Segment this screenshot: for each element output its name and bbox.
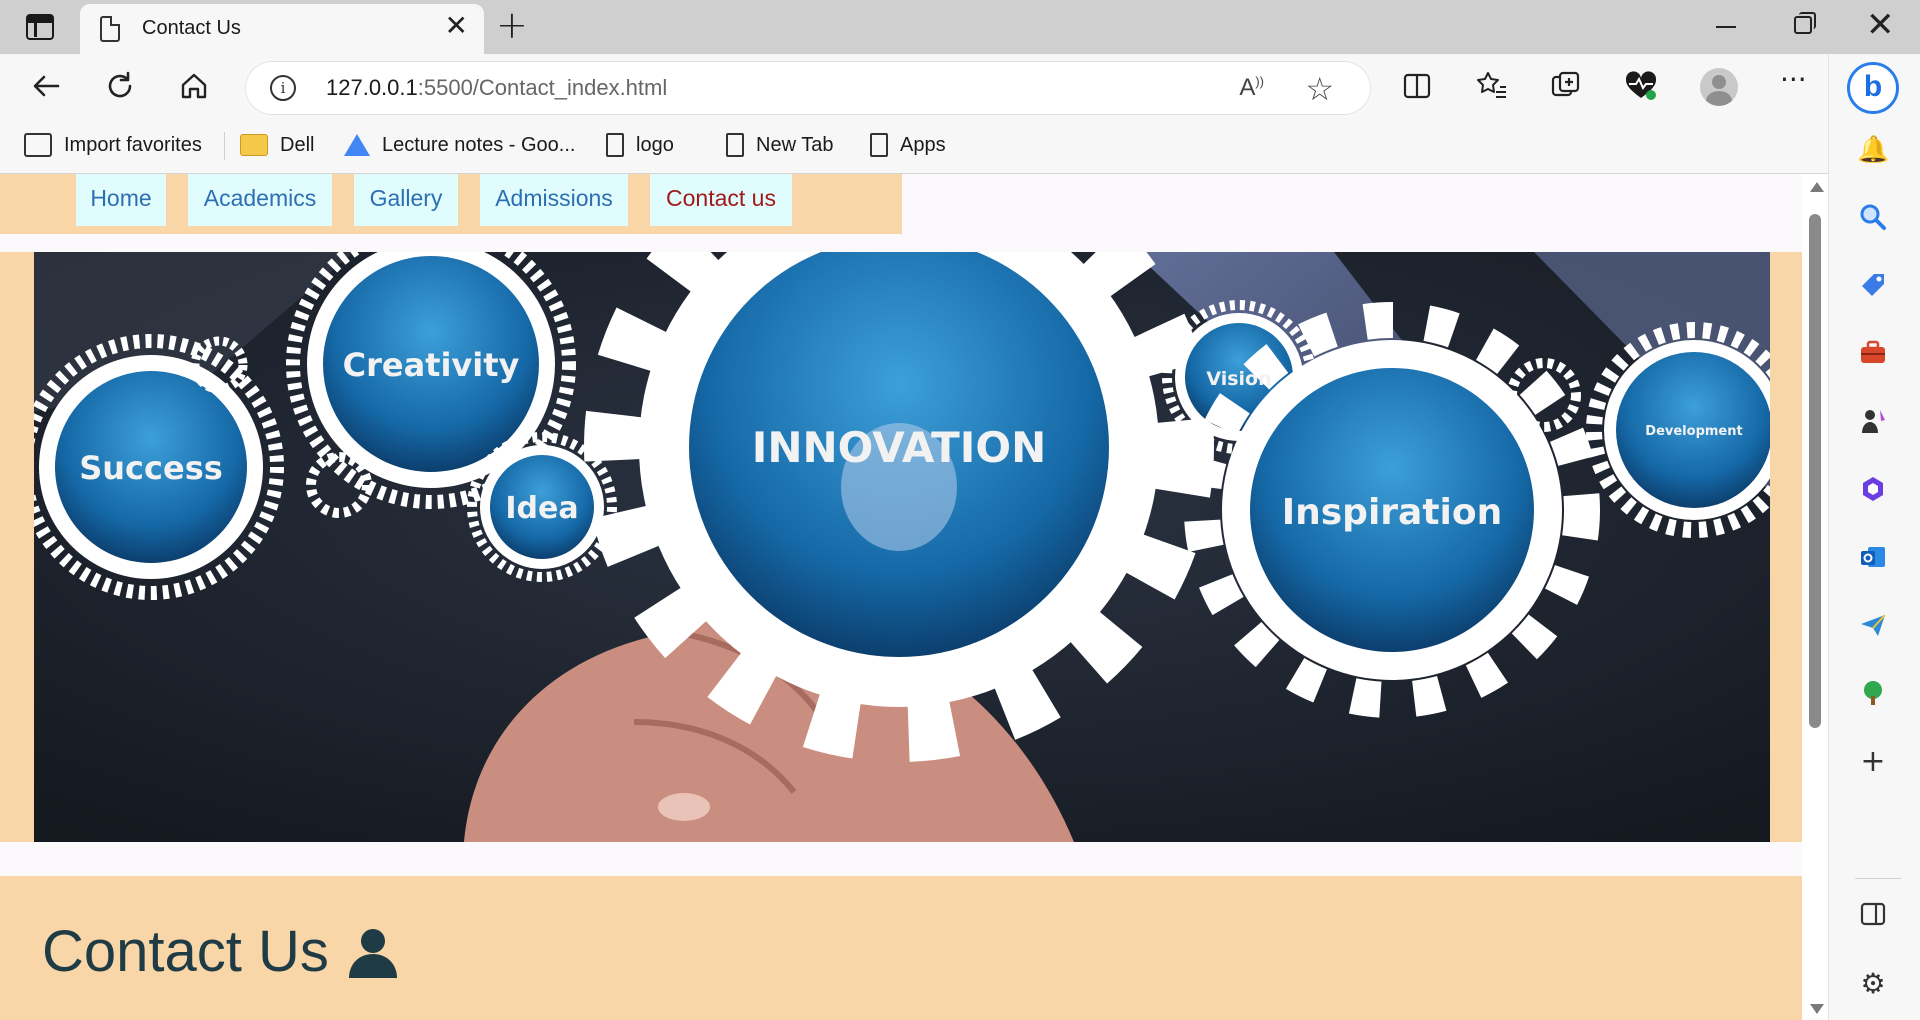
hide-sidebar-icon[interactable]: [1857, 900, 1889, 932]
contact-heading: Contact Us: [42, 918, 401, 985]
scroll-thumb[interactable]: [1809, 214, 1821, 728]
google-drive-icon: [344, 134, 370, 156]
bookmark-label: Import favorites: [64, 133, 202, 156]
send-icon[interactable]: [1857, 610, 1889, 642]
banner-image: Creativity Success Idea INNOVATION Visio…: [34, 252, 1770, 842]
bookmark-label: Apps: [900, 133, 946, 156]
nav-contact[interactable]: Contact us: [650, 174, 792, 226]
refresh-icon[interactable]: [104, 70, 136, 102]
sidebar-divider: [1855, 878, 1901, 879]
bookmark-label: Dell: [280, 133, 315, 156]
page-icon: [870, 133, 888, 157]
gear-label: Idea: [505, 491, 578, 526]
gear-label: INNOVATION: [752, 423, 1047, 472]
bookmarks-bar: Import favorites Dell Lecture notes - Go…: [0, 118, 1828, 174]
bookmark-label: logo: [636, 133, 674, 156]
more-options-icon[interactable]: ···: [1780, 66, 1807, 94]
settings-gear-icon[interactable]: ⚙: [1857, 968, 1889, 1000]
gear-label: Inspiration: [1282, 492, 1503, 533]
page-icon: [726, 133, 744, 157]
nav-gallery[interactable]: Gallery: [354, 174, 458, 226]
search-icon[interactable]: [1857, 202, 1889, 234]
bookmark-dell[interactable]: Dell: [240, 130, 314, 160]
page-icon: [100, 16, 120, 42]
import-icon: [24, 133, 52, 157]
browser-essentials-icon[interactable]: [1624, 70, 1658, 102]
tab-title: Contact Us: [142, 17, 241, 39]
read-aloud-icon[interactable]: A)): [1239, 74, 1264, 102]
scroll-down-arrow-icon[interactable]: [1810, 1004, 1824, 1014]
collections-icon[interactable]: [1550, 70, 1582, 102]
favorite-star-icon[interactable]: ☆: [1305, 70, 1334, 108]
site-nav: Home Academics Gallery Admissions Contac…: [0, 174, 902, 234]
edge-sidebar: b 🔔 + ⚙: [1828, 54, 1920, 1020]
bookmark-apps[interactable]: Apps: [870, 130, 946, 160]
bing-chat-icon[interactable]: b: [1847, 62, 1899, 114]
notification-bell-icon[interactable]: 🔔: [1857, 134, 1889, 166]
minimize-button[interactable]: [1716, 26, 1736, 28]
tree-icon[interactable]: [1857, 678, 1889, 710]
bookmark-import-favorites[interactable]: Import favorites: [24, 130, 202, 160]
nav-academics[interactable]: Academics: [188, 174, 332, 226]
gear-label: Creativity: [343, 346, 520, 384]
gear-label: Development: [1645, 424, 1742, 439]
bookmark-logo[interactable]: logo: [606, 130, 674, 160]
shopping-tag-icon[interactable]: [1857, 270, 1889, 302]
bookmark-label: Lecture notes - Goo...: [382, 133, 576, 156]
contact-heading-text: Contact Us: [42, 919, 329, 984]
address-bar[interactable]: i 127.0.0.1:5500/Contact_index.html A)) …: [246, 62, 1370, 114]
browser-tab[interactable]: Contact Us ✕: [80, 4, 484, 54]
url-host: 127.0.0.1: [326, 75, 418, 100]
nav-home[interactable]: Home: [76, 174, 166, 226]
user-icon: [348, 928, 397, 978]
url-text[interactable]: 127.0.0.1:5500/Contact_index.html: [326, 75, 667, 101]
site-info-icon[interactable]: i: [270, 75, 296, 101]
new-tab-button[interactable]: +: [496, 6, 528, 44]
close-tab-icon[interactable]: ✕: [445, 12, 468, 40]
tools-briefcase-icon[interactable]: [1857, 338, 1889, 370]
bookmark-lecture-notes[interactable]: Lecture notes - Goo...: [344, 130, 575, 160]
close-window-button[interactable]: ✕: [1866, 8, 1895, 42]
innovation-gears-illustration: Creativity Success Idea INNOVATION Visio…: [34, 252, 1770, 842]
copilot-icon[interactable]: [1857, 474, 1889, 506]
gear-label: Vision: [1206, 368, 1271, 390]
back-icon[interactable]: [30, 70, 62, 102]
nav-admissions[interactable]: Admissions: [480, 174, 628, 226]
restore-button[interactable]: [1794, 12, 1816, 34]
profile-avatar[interactable]: [1700, 68, 1738, 106]
bookmarks-divider: [224, 132, 225, 160]
bookmark-new-tab[interactable]: New Tab: [726, 130, 833, 160]
home-icon[interactable]: [178, 70, 210, 102]
gear-label: Success: [79, 449, 223, 487]
outlook-icon[interactable]: [1857, 542, 1889, 574]
browser-toolbar: i 127.0.0.1:5500/Contact_index.html A)) …: [0, 54, 1920, 118]
page-viewport: Home Academics Gallery Admissions Contac…: [0, 174, 1828, 1020]
page-icon: [606, 133, 624, 157]
url-path: :5500/Contact_index.html: [417, 75, 668, 100]
bookmark-label: New Tab: [756, 133, 834, 156]
add-icon[interactable]: +: [1857, 746, 1889, 778]
vertical-scrollbar[interactable]: [1802, 174, 1828, 1020]
scroll-up-arrow-icon[interactable]: [1810, 182, 1824, 192]
title-bar: Contact Us ✕ + ✕: [0, 0, 1920, 54]
favorites-icon[interactable]: [1476, 70, 1508, 102]
folder-icon: [240, 134, 268, 156]
split-screen-icon[interactable]: [1402, 71, 1432, 101]
tab-actions-icon[interactable]: [26, 14, 54, 40]
games-icon[interactable]: [1857, 406, 1889, 438]
